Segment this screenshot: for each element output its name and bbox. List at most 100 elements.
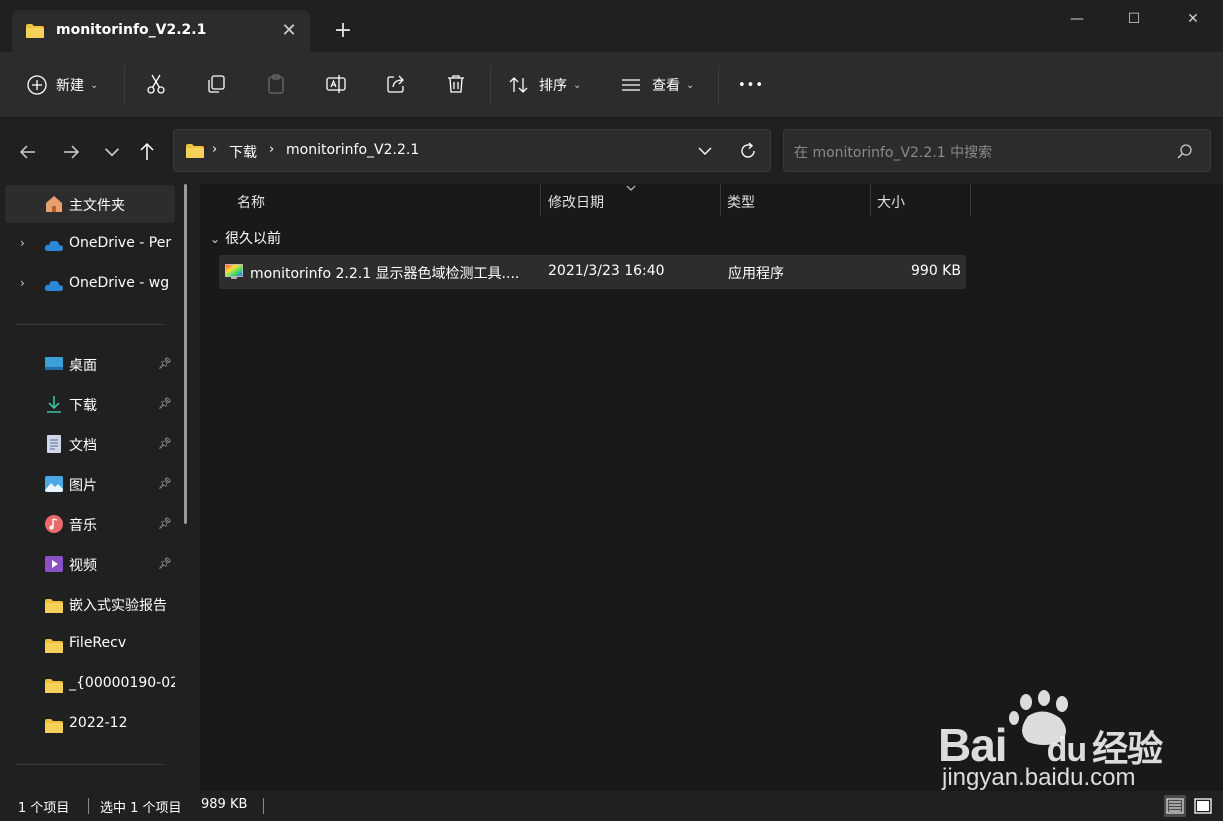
more-options-button[interactable]: ••• <box>738 65 764 105</box>
breadcrumb-downloads[interactable]: 下载 <box>229 142 257 162</box>
toolbar-divider <box>490 66 491 104</box>
column-divider[interactable] <box>970 184 971 216</box>
new-button[interactable]: 新建 ⌄ <box>26 65 98 105</box>
column-header-type[interactable]: 类型 <box>727 192 755 212</box>
rename-icon[interactable] <box>324 72 348 96</box>
column-divider[interactable] <box>870 184 871 216</box>
forward-arrow-icon[interactable] <box>58 139 86 165</box>
toolbar-divider <box>124 66 125 104</box>
sidebar-item-folder[interactable]: 2022-12 <box>5 705 175 743</box>
sidebar-item-folder[interactable]: 嵌入式实验报告 <box>5 585 175 623</box>
add-circle-icon <box>27 75 47 95</box>
desktop-icon <box>45 357 63 370</box>
tab-close-button[interactable]: ✕ <box>276 18 302 44</box>
expand-chevron-icon[interactable]: › <box>20 276 34 290</box>
title-bar: monitorinfo_V2.2.1 ✕ + — ☐ ✕ <box>0 0 1223 52</box>
new-tab-button[interactable]: + <box>330 18 356 44</box>
sort-indicator-chevron-icon <box>626 185 636 191</box>
sidebar-item-folder[interactable]: _{00000190-02 <box>5 665 175 703</box>
sidebar-item-label: 主文件夹 <box>69 198 125 214</box>
back-arrow-icon[interactable] <box>15 139 43 165</box>
group-label: 很久以前 <box>225 231 282 247</box>
breadcrumb-chevron-icon: › <box>212 142 218 157</box>
file-name: monitorinfo 2.2.1 显示器色域检测工具.... <box>250 266 520 282</box>
group-header[interactable]: ⌄ 很久以前 <box>210 228 281 248</box>
sidebar-scrollbar[interactable] <box>184 184 187 524</box>
search-icon[interactable] <box>1176 143 1194 161</box>
search-box[interactable]: 在 monitorinfo_V2.2.1 中搜索 <box>783 129 1211 172</box>
address-bar[interactable]: › 下载 › monitorinfo_V2.2.1 <box>173 129 771 172</box>
file-list: 名称 修改日期 类型 大小 ⌄ 很久以前 monitorinfo 2.2.1 显示… <box>200 184 1223 791</box>
maximize-button[interactable]: ☐ <box>1111 4 1157 34</box>
pin-icon: 📌︎ <box>158 557 172 570</box>
view-label: 查看 <box>652 78 680 94</box>
selected-count: 选中 1 个项目 <box>100 801 182 816</box>
view-button[interactable]: 查看 ⌄ <box>620 65 694 105</box>
copy-icon[interactable] <box>204 72 228 96</box>
toolbar-divider <box>718 66 719 104</box>
column-header-date[interactable]: 修改日期 <box>548 192 604 212</box>
selected-size: 989 KB <box>201 797 248 812</box>
file-size: 990 KB <box>911 263 961 279</box>
share-icon[interactable] <box>384 72 408 96</box>
sidebar-item-desktop[interactable]: 桌面 📌︎ <box>5 345 175 383</box>
paste-icon[interactable] <box>264 72 288 96</box>
document-icon <box>47 435 61 453</box>
pin-icon: 📌︎ <box>158 357 172 370</box>
sidebar-divider <box>15 324 165 325</box>
tab-title: monitorinfo_V2.2.1 <box>56 22 207 38</box>
chevron-down-icon: ⌄ <box>573 79 582 91</box>
close-window-button[interactable]: ✕ <box>1170 4 1216 34</box>
sidebar-item-onedrive-work[interactable]: › OneDrive - wg <box>5 265 175 303</box>
expand-chevron-icon[interactable]: › <box>20 236 34 250</box>
sidebar-item-music[interactable]: 音乐 📌︎ <box>5 505 175 543</box>
folder-icon <box>186 144 204 158</box>
status-divider <box>263 798 264 814</box>
breadcrumb-current-folder[interactable]: monitorinfo_V2.2.1 <box>286 142 419 158</box>
address-history-chevron-icon[interactable] <box>696 143 714 159</box>
sidebar-item-label: 2022-12 <box>69 715 128 731</box>
watermark-brand-cn: 经验 <box>1092 728 1163 769</box>
navigation-pane: 主文件夹 › OneDrive - Per › OneDrive - wg 桌面… <box>0 184 190 791</box>
sidebar-item-downloads[interactable]: 下载 📌︎ <box>5 385 175 423</box>
folder-icon <box>45 599 63 613</box>
breadcrumb-chevron-icon: › <box>269 142 275 157</box>
sort-button[interactable]: 排序 ⌄ <box>508 65 581 105</box>
minimize-button[interactable]: — <box>1054 4 1100 34</box>
sidebar-item-folder[interactable]: FileRecv <box>5 625 175 663</box>
search-placeholder: 在 monitorinfo_V2.2.1 中搜索 <box>794 145 993 161</box>
tab-current-folder[interactable]: monitorinfo_V2.2.1 ✕ <box>12 10 310 52</box>
folder-icon <box>45 719 63 733</box>
sidebar-item-home[interactable]: 主文件夹 <box>5 185 175 223</box>
file-date: 2021/3/23 16:40 <box>548 263 665 279</box>
sidebar-item-label: _{00000190-02 <box>69 675 175 691</box>
sidebar-item-documents[interactable]: 文档 📌︎ <box>5 425 175 463</box>
column-header-name[interactable]: 名称 <box>237 192 265 212</box>
status-bar: 1 个项目 选中 1 个项目 989 KB <box>0 791 1223 821</box>
home-icon <box>46 196 62 212</box>
sidebar-item-pictures[interactable]: 图片 📌︎ <box>5 465 175 503</box>
sidebar-item-onedrive-personal[interactable]: › OneDrive - Per <box>5 225 175 263</box>
tiles-view-icon[interactable] <box>1192 795 1214 817</box>
details-view-icon[interactable] <box>1164 795 1186 817</box>
cut-icon[interactable] <box>144 72 168 96</box>
column-header-size[interactable]: 大小 <box>877 192 905 212</box>
recent-locations-chevron-icon[interactable] <box>98 139 126 165</box>
file-type: 应用程序 <box>728 266 784 282</box>
delete-icon[interactable] <box>444 72 468 96</box>
video-icon <box>45 556 63 572</box>
sort-icon <box>509 77 528 93</box>
table-row[interactable]: monitorinfo 2.2.1 显示器色域检测工具.... 2021/3/2… <box>219 255 966 289</box>
picture-icon <box>45 476 63 492</box>
sidebar-item-label: OneDrive - wg <box>69 275 170 291</box>
refresh-icon[interactable] <box>738 141 758 161</box>
application-icon <box>225 264 243 279</box>
sidebar-item-videos[interactable]: 视频 📌︎ <box>5 545 175 583</box>
sidebar-item-label: 嵌入式实验报告 <box>69 598 167 614</box>
up-arrow-icon[interactable] <box>133 139 161 165</box>
chevron-down-icon: ⌄ <box>90 79 99 91</box>
download-icon <box>47 396 61 413</box>
column-divider[interactable] <box>720 184 721 216</box>
column-divider[interactable] <box>540 184 541 216</box>
sidebar-item-label: FileRecv <box>69 635 127 651</box>
